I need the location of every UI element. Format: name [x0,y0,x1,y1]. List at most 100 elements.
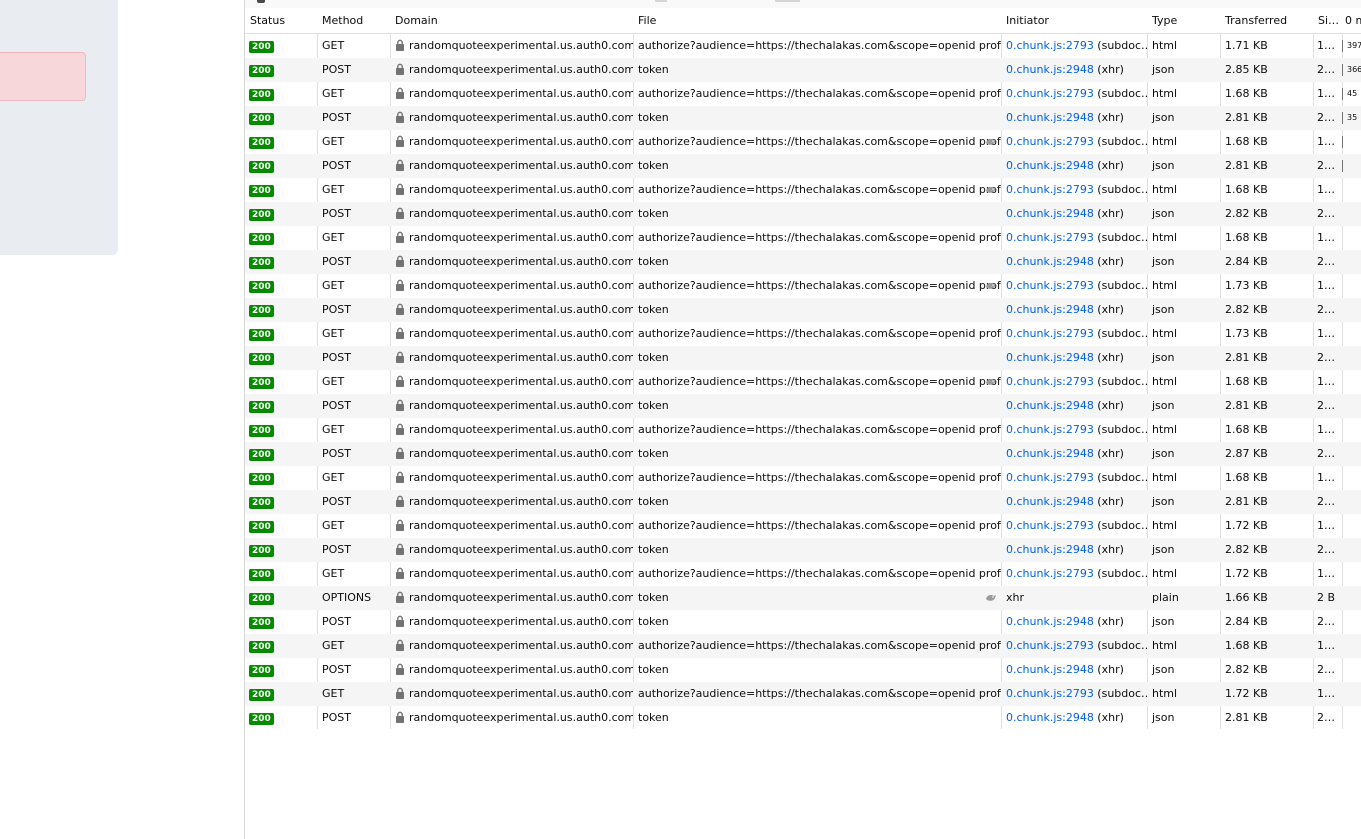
initiator-link[interactable]: 0.chunk.js:2793 [1006,39,1094,52]
table-row[interactable]: 200 POST randomquoteexperimental.us.auth0.… [245,658,1361,682]
table-row[interactable]: 200 POST randomquoteexperimental.us.auth0.… [245,490,1361,514]
file-text: token [638,447,669,460]
initiator-link[interactable]: 0.chunk.js:2793 [1006,639,1094,652]
column-header-status[interactable]: Status [245,8,317,33]
table-row[interactable]: 200 POST randomquoteexperimental.us.auth0.… [245,346,1361,370]
table-row[interactable]: 200 POST randomquoteexperimental.us.auth0.… [245,442,1361,466]
waterfall-cell [1342,514,1361,538]
table-row[interactable]: 200 POST randomquoteexperimental.us.auth0.… [245,298,1361,322]
table-row[interactable]: 200 POST randomquoteexperimental.us.auth0.… [245,610,1361,634]
initiator-link[interactable]: 0.chunk.js:2793 [1006,183,1094,196]
table-row[interactable]: 200 POST randomquoteexperimental.us.auth0.… [245,106,1361,130]
initiator-link[interactable]: 0.chunk.js:2793 [1006,87,1094,100]
table-row[interactable]: 200 GET randomquoteexperimental.us.auth0.c… [245,226,1361,250]
table-row[interactable]: 200 GET randomquoteexperimental.us.auth0.c… [245,130,1361,154]
table-row[interactable]: 200 GET randomquoteexperimental.us.auth0.c… [245,634,1361,658]
table-row[interactable]: 200 POST randomquoteexperimental.us.auth0.… [245,706,1361,730]
trash-icon[interactable] [257,0,265,3]
domain-cell: randomquoteexperimental.us.auth0.com [390,490,633,514]
status-badge: 200 [249,377,274,389]
method-cell: POST [322,615,351,628]
column-header-waterfall[interactable]: 0 m [1342,8,1361,33]
initiator-cause: (xhr) [1093,399,1124,412]
initiator-link[interactable]: 0.chunk.js:2793 [1006,279,1094,292]
column-header-initiator[interactable]: Initiator [1001,8,1147,33]
table-row[interactable]: 200 POST randomquoteexperimental.us.auth0.… [245,202,1361,226]
table-row[interactable]: 200 POST randomquoteexperimental.us.auth0.… [245,394,1361,418]
initiator-link[interactable]: 0.chunk.js:2948 [1006,495,1094,508]
table-row[interactable]: 200 GET randomquoteexperimental.us.auth0.c… [245,418,1361,442]
table-row[interactable]: 200 GET randomquoteexperimental.us.auth0.c… [245,178,1361,202]
waterfall-bar [1342,64,1343,76]
column-header-method[interactable]: Method [317,8,390,33]
initiator-link[interactable]: 0.chunk.js:2793 [1006,423,1094,436]
column-header-transferred[interactable]: Transferred [1220,8,1313,33]
initiator-link[interactable]: 0.chunk.js:2793 [1006,135,1094,148]
method-cell: GET [322,519,345,532]
initiator-link[interactable]: 0.chunk.js:2793 [1006,567,1094,580]
type-cell: html [1152,423,1178,436]
initiator-link[interactable]: 0.chunk.js:2948 [1006,615,1094,628]
column-header-type[interactable]: Type [1147,8,1220,33]
column-header-file[interactable]: File [633,8,1001,33]
method-cell: GET [322,183,345,196]
lock-icon [396,615,404,627]
initiator-link[interactable]: 0.chunk.js:2948 [1006,63,1094,76]
table-row[interactable]: 200 POST randomquoteexperimental.us.auth0.… [245,58,1361,82]
initiator-cell: 0.chunk.js:2948 (xhr) [1001,490,1147,514]
initiator-link[interactable]: 0.chunk.js:2948 [1006,663,1094,676]
status-badge: 200 [249,425,274,437]
toolbar-control[interactable] [775,0,800,2]
initiator-link[interactable]: 0.chunk.js:2948 [1006,351,1094,364]
initiator-link[interactable]: 0.chunk.js:2948 [1006,711,1094,724]
initiator-cause: (xhr) [1093,663,1124,676]
initiator-link[interactable]: 0.chunk.js:2948 [1006,543,1094,556]
initiator-link[interactable]: 0.chunk.js:2948 [1006,207,1094,220]
initiator-link[interactable]: 0.chunk.js:2948 [1006,159,1094,172]
waterfall-cell [1342,274,1361,298]
table-row[interactable]: 200 OPTIONS randomquoteexperimental.us.aut… [245,586,1361,610]
type-cell: html [1152,39,1178,52]
initiator-link[interactable]: 0.chunk.js:2793 [1006,519,1094,532]
table-row[interactable]: 200 GET randomquoteexperimental.us.auth0.c… [245,34,1361,58]
initiator-cause: (xhr) [1093,495,1124,508]
table-row[interactable]: 200 GET randomquoteexperimental.us.auth0.c… [245,82,1361,106]
initiator-cell: 0.chunk.js:2948 (xhr) [1001,442,1147,466]
lock-icon [396,87,404,99]
toolbar-control[interactable] [655,0,667,2]
initiator-link[interactable]: 0.chunk.js:2948 [1006,255,1094,268]
table-row[interactable]: 200 POST randomquoteexperimental.us.auth0.… [245,538,1361,562]
table-row[interactable]: 200 GET randomquoteexperimental.us.auth0.c… [245,370,1361,394]
domain-cell: randomquoteexperimental.us.auth0.com [390,346,633,370]
initiator-cause: (subdoc… [1093,231,1147,244]
status-badge: 200 [249,641,274,653]
table-row[interactable]: 200 GET randomquoteexperimental.us.auth0.c… [245,682,1361,706]
waterfall-bar [1342,112,1343,124]
initiator-link[interactable]: 0.chunk.js:2948 [1006,111,1094,124]
domain-cell: randomquoteexperimental.us.auth0.com [390,610,633,634]
initiator-link[interactable]: 0.chunk.js:2793 [1006,471,1094,484]
column-header-size[interactable]: Si… [1313,8,1342,33]
table-row[interactable]: 200 GET randomquoteexperimental.us.auth0.c… [245,322,1361,346]
table-row[interactable]: 200 POST randomquoteexperimental.us.auth0.… [245,154,1361,178]
domain-cell: randomquoteexperimental.us.auth0.com [390,394,633,418]
column-header-domain[interactable]: Domain [390,8,633,33]
domain-text: randomquoteexperimental.us.auth0.com [409,327,633,340]
initiator-link[interactable]: 0.chunk.js:2793 [1006,687,1094,700]
initiator-link[interactable]: 0.chunk.js:2948 [1006,303,1094,316]
waterfall-cell [1342,706,1361,730]
initiator-link[interactable]: 0.chunk.js:2948 [1006,447,1094,460]
file-text: authorize?audience=https://thechalakas.c… [638,639,1001,652]
initiator-link[interactable]: 0.chunk.js:2948 [1006,399,1094,412]
lock-icon [396,399,404,411]
domain-text: randomquoteexperimental.us.auth0.com [409,63,633,76]
initiator-link[interactable]: 0.chunk.js:2793 [1006,327,1094,340]
table-row[interactable]: 200 GET randomquoteexperimental.us.auth0.c… [245,562,1361,586]
status-badge: 200 [249,209,274,221]
table-row[interactable]: 200 POST randomquoteexperimental.us.auth0.… [245,250,1361,274]
initiator-link[interactable]: 0.chunk.js:2793 [1006,231,1094,244]
table-row[interactable]: 200 GET randomquoteexperimental.us.auth0.c… [245,466,1361,490]
table-row[interactable]: 200 GET randomquoteexperimental.us.auth0.c… [245,514,1361,538]
initiator-link[interactable]: 0.chunk.js:2793 [1006,375,1094,388]
table-row[interactable]: 200 GET randomquoteexperimental.us.auth0.c… [245,274,1361,298]
